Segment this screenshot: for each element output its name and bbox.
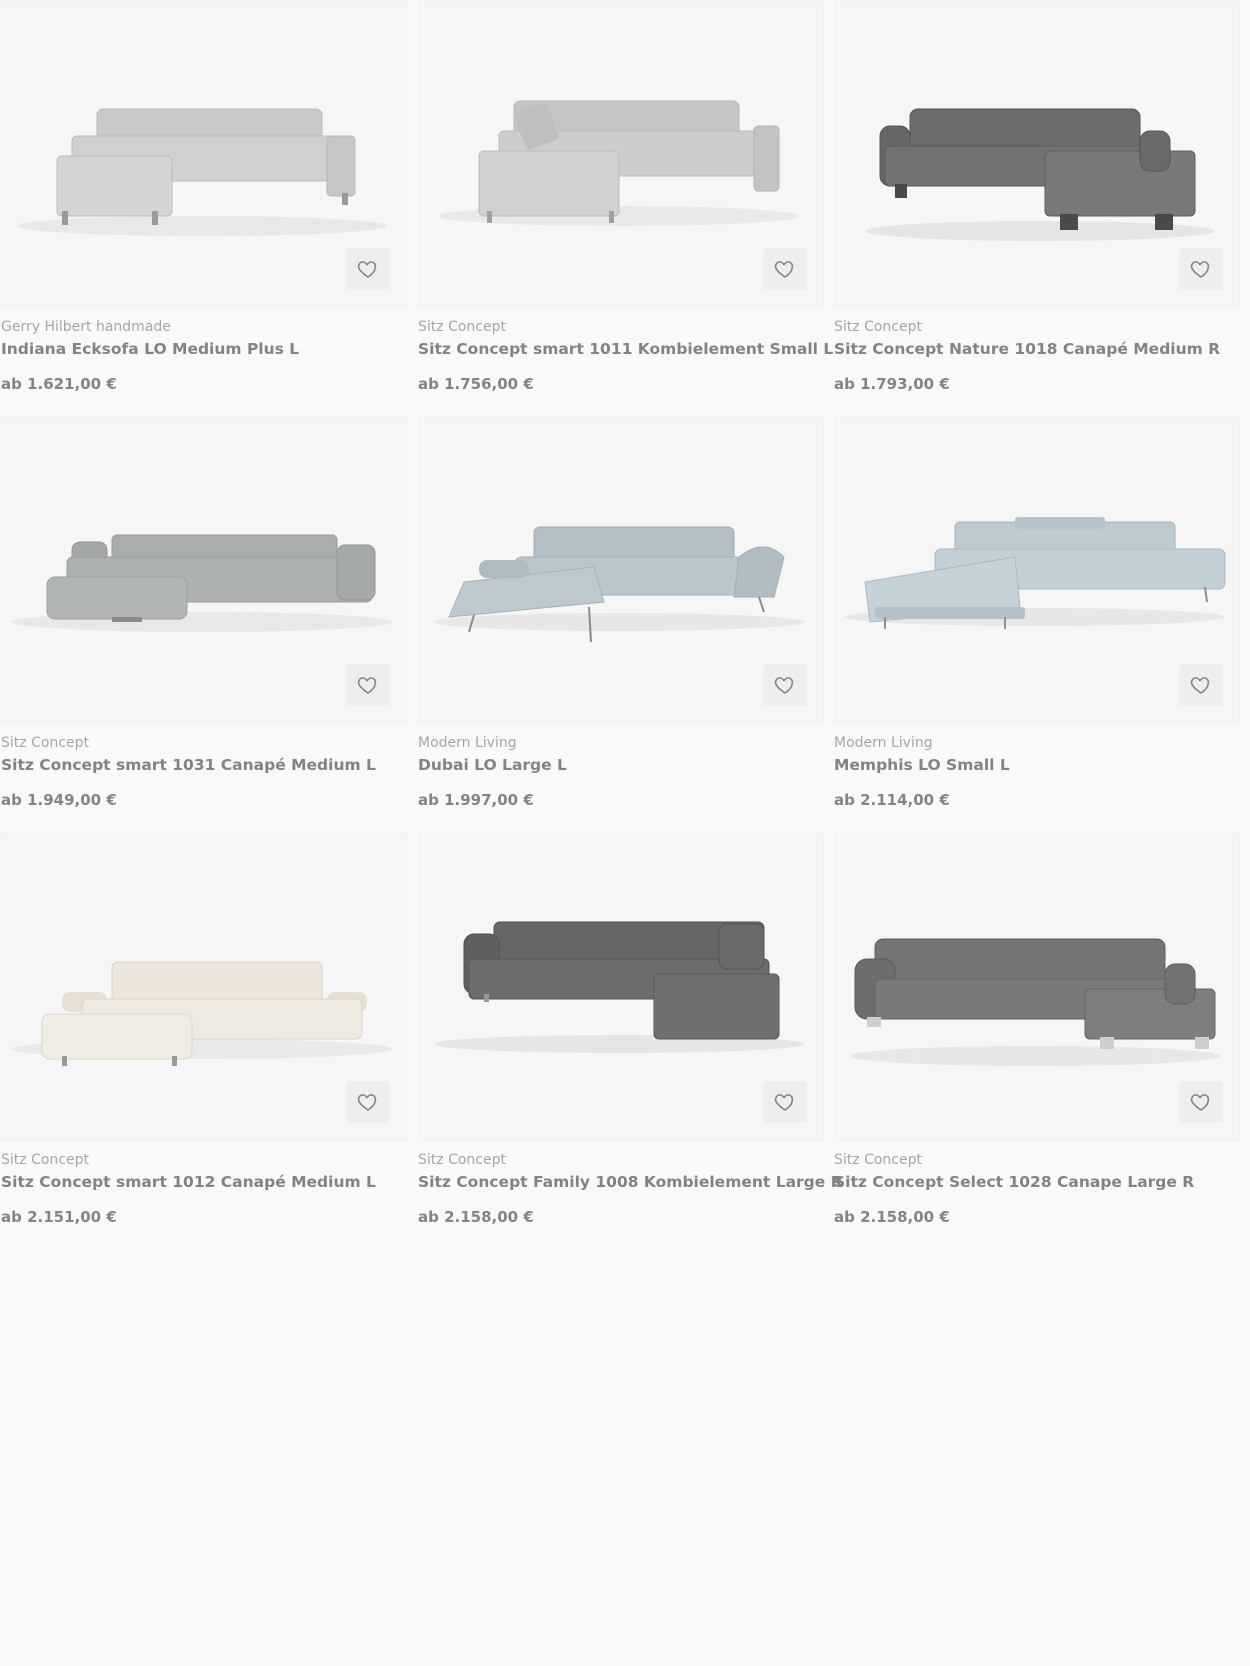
heart-icon	[1190, 1094, 1210, 1111]
product-brand: Gerry Hilbert handmade	[1, 319, 171, 335]
product-image[interactable]	[418, 0, 824, 308]
product-title[interactable]: Sitz Concept Nature 1018 Canapé Medium R	[834, 340, 1220, 358]
product-image[interactable]	[834, 833, 1240, 1141]
product-title[interactable]: Indiana Ecksofa LO Medium Plus L	[1, 340, 299, 358]
favorite-button[interactable]	[1179, 1081, 1223, 1123]
product-price: ab 2.114,00 €	[834, 791, 950, 809]
favorite-button[interactable]	[346, 248, 390, 290]
product-brand: Sitz Concept	[834, 319, 922, 335]
product-price: ab 1.997,00 €	[418, 791, 534, 809]
product-price: ab 1.949,00 €	[1, 791, 117, 809]
product-brand: Sitz Concept	[1, 1152, 89, 1168]
favorite-button[interactable]	[346, 664, 390, 706]
product-image[interactable]	[418, 833, 824, 1141]
heart-icon	[774, 677, 794, 694]
product-price: ab 2.151,00 €	[1, 1208, 117, 1226]
product-brand: Sitz Concept	[834, 1152, 922, 1168]
product-title[interactable]: Sitz Concept smart 1011 Kombielement Sma…	[418, 340, 833, 358]
product-title[interactable]: Sitz Concept smart 1031 Canapé Medium L	[1, 756, 376, 774]
product-brand: Modern Living	[834, 735, 933, 751]
favorite-button[interactable]	[763, 1081, 807, 1123]
product-price: ab 1.793,00 €	[834, 375, 950, 393]
favorite-button[interactable]	[763, 248, 807, 290]
product-image[interactable]	[834, 0, 1240, 308]
product-title[interactable]: Sitz Concept Family 1008 Kombielement La…	[418, 1173, 843, 1191]
product-price: ab 1.756,00 €	[418, 375, 534, 393]
product-title[interactable]: Dubai LO Large L	[418, 756, 567, 774]
product-price: ab 2.158,00 €	[834, 1208, 950, 1226]
heart-icon	[1190, 677, 1210, 694]
heart-icon	[1190, 261, 1210, 278]
heart-icon	[774, 261, 794, 278]
product-title[interactable]: Sitz Concept smart 1012 Canapé Medium L	[1, 1173, 376, 1191]
product-image[interactable]	[834, 416, 1240, 724]
product-price: ab 2.158,00 €	[418, 1208, 534, 1226]
product-brand: Modern Living	[418, 735, 517, 751]
product-image[interactable]	[1, 833, 407, 1141]
favorite-button[interactable]	[1179, 248, 1223, 290]
product-image[interactable]	[1, 416, 407, 724]
product-price: ab 1.621,00 €	[1, 375, 117, 393]
favorite-button[interactable]	[763, 664, 807, 706]
product-brand: Sitz Concept	[418, 319, 506, 335]
heart-icon	[357, 1094, 377, 1111]
product-title[interactable]: Sitz Concept Select 1028 Canape Large R	[834, 1173, 1194, 1191]
heart-icon	[774, 1094, 794, 1111]
heart-icon	[357, 261, 377, 278]
product-title[interactable]: Memphis LO Small L	[834, 756, 1010, 774]
heart-icon	[357, 677, 377, 694]
product-brand: Sitz Concept	[1, 735, 89, 751]
product-image[interactable]	[1, 0, 407, 308]
product-brand: Sitz Concept	[418, 1152, 506, 1168]
product-image[interactable]	[418, 416, 824, 724]
favorite-button[interactable]	[346, 1081, 390, 1123]
favorite-button[interactable]	[1179, 664, 1223, 706]
